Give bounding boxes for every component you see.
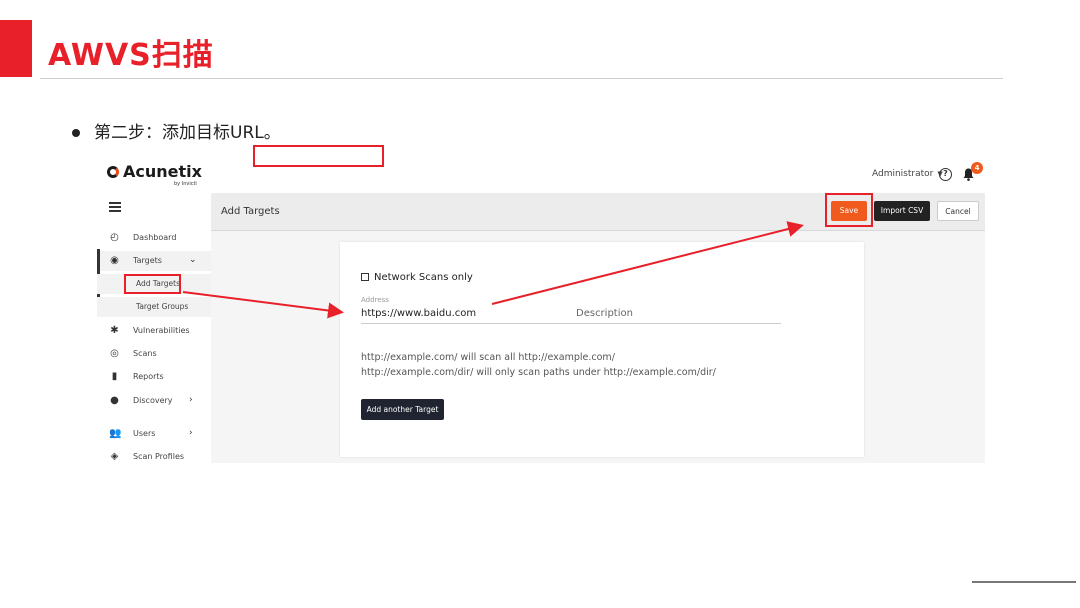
logo-subtitle: by Invicti	[174, 181, 197, 187]
chevron-right-icon: ›	[189, 428, 193, 438]
highlight-box-add-targets	[124, 274, 181, 294]
address-input[interactable]: https://www.baidu.com	[361, 308, 476, 319]
sidebar-item-targets[interactable]: ◉ Targets ⌄	[97, 251, 211, 271]
footer-line	[972, 581, 1076, 583]
network-scans-only-checkbox[interactable]: Network Scans only	[361, 272, 473, 283]
help-text-line-1: http://example.com/ will scan all http:/…	[361, 352, 615, 363]
sidebar-item-scan-profiles[interactable]: ◈ Scan Profiles	[97, 447, 211, 463]
bullet-text: 第二步：添加目标URL。	[94, 123, 281, 143]
acunetix-screenshot: Acunetix by Invicti Administrator ▼ ? 4 ◴…	[97, 156, 985, 463]
description-input[interactable]: Description	[576, 308, 633, 319]
bullet-dot-icon	[72, 129, 80, 137]
title-accent-bar	[0, 20, 32, 77]
chevron-right-icon: ›	[189, 395, 193, 405]
user-menu[interactable]: Administrator ▼	[872, 169, 943, 179]
sidebar-item-label: Vulnerabilities	[133, 326, 190, 335]
help-icon[interactable]: ?	[939, 168, 952, 181]
bullet-item: 第二步：添加目标URL。	[72, 118, 281, 143]
chevron-down-icon: ⌄	[189, 255, 197, 265]
sidebar-item-label: Targets	[133, 256, 162, 265]
app-topbar: Acunetix by Invicti Administrator ▼ ? 4	[97, 156, 985, 193]
sidebar-item-scans[interactable]: ◎ Scans	[97, 344, 211, 364]
checkbox-label: Network Scans only	[374, 272, 473, 283]
import-csv-button[interactable]: Import CSV	[874, 201, 930, 221]
users-icon: 👥	[109, 428, 122, 439]
shield-icon: ◈	[110, 451, 119, 462]
user-name: Administrator	[872, 169, 934, 179]
target-icon: ◉	[110, 255, 119, 266]
highlight-box-save	[825, 193, 873, 227]
title-divider	[40, 78, 1003, 79]
sidebar-item-label: Scan Profiles	[133, 452, 185, 461]
dashboard-icon: ◴	[110, 232, 119, 243]
sidebar-item-label: Target Groups	[136, 302, 189, 311]
checkbox-icon	[361, 273, 369, 281]
menu-icon[interactable]	[109, 202, 121, 212]
sidebar-item-label: Discovery	[133, 396, 173, 405]
cancel-button[interactable]: Cancel	[937, 201, 979, 221]
report-icon: ▮	[111, 371, 118, 382]
sidebar-item-label: Reports	[133, 372, 164, 381]
help-text-line-2: http://example.com/dir/ will only scan p…	[361, 367, 716, 378]
main-content: Network Scans only Address https://www.b…	[211, 231, 985, 463]
compass-icon: ●	[110, 395, 119, 406]
acunetix-logo-icon	[107, 166, 119, 178]
sidebar-item-reports[interactable]: ▮ Reports	[97, 367, 211, 387]
sidebar-item-label: Users	[133, 429, 156, 438]
sidebar-item-dashboard[interactable]: ◴ Dashboard	[97, 228, 211, 248]
sidebar: ◴ Dashboard ◉ Targets ⌄ Add Targets Targ…	[97, 193, 214, 463]
target-form-card: Network Scans only Address https://www.b…	[340, 242, 864, 457]
highlight-box-address	[253, 145, 384, 167]
sidebar-item-target-groups[interactable]: Target Groups	[97, 297, 211, 317]
sidebar-item-label: Scans	[133, 349, 157, 358]
bug-icon: ✱	[110, 325, 119, 336]
add-another-target-button[interactable]: Add another Target	[361, 399, 444, 420]
notification-badge: 4	[971, 162, 983, 174]
sidebar-item-discovery[interactable]: ● Discovery ›	[97, 391, 211, 411]
address-underline	[361, 323, 781, 324]
radar-icon: ◎	[110, 348, 119, 359]
sidebar-item-users[interactable]: 👥 Users ›	[97, 424, 211, 444]
logo-text: Acunetix	[123, 162, 202, 181]
sidebar-item-vulnerabilities[interactable]: ✱ Vulnerabilities	[97, 321, 211, 341]
acunetix-logo[interactable]: Acunetix	[107, 162, 202, 181]
page-title: Add Targets	[221, 206, 280, 217]
slide-title: AWVS扫描	[48, 38, 214, 73]
address-label: Address	[361, 296, 389, 304]
sidebar-item-label: Dashboard	[133, 233, 177, 242]
